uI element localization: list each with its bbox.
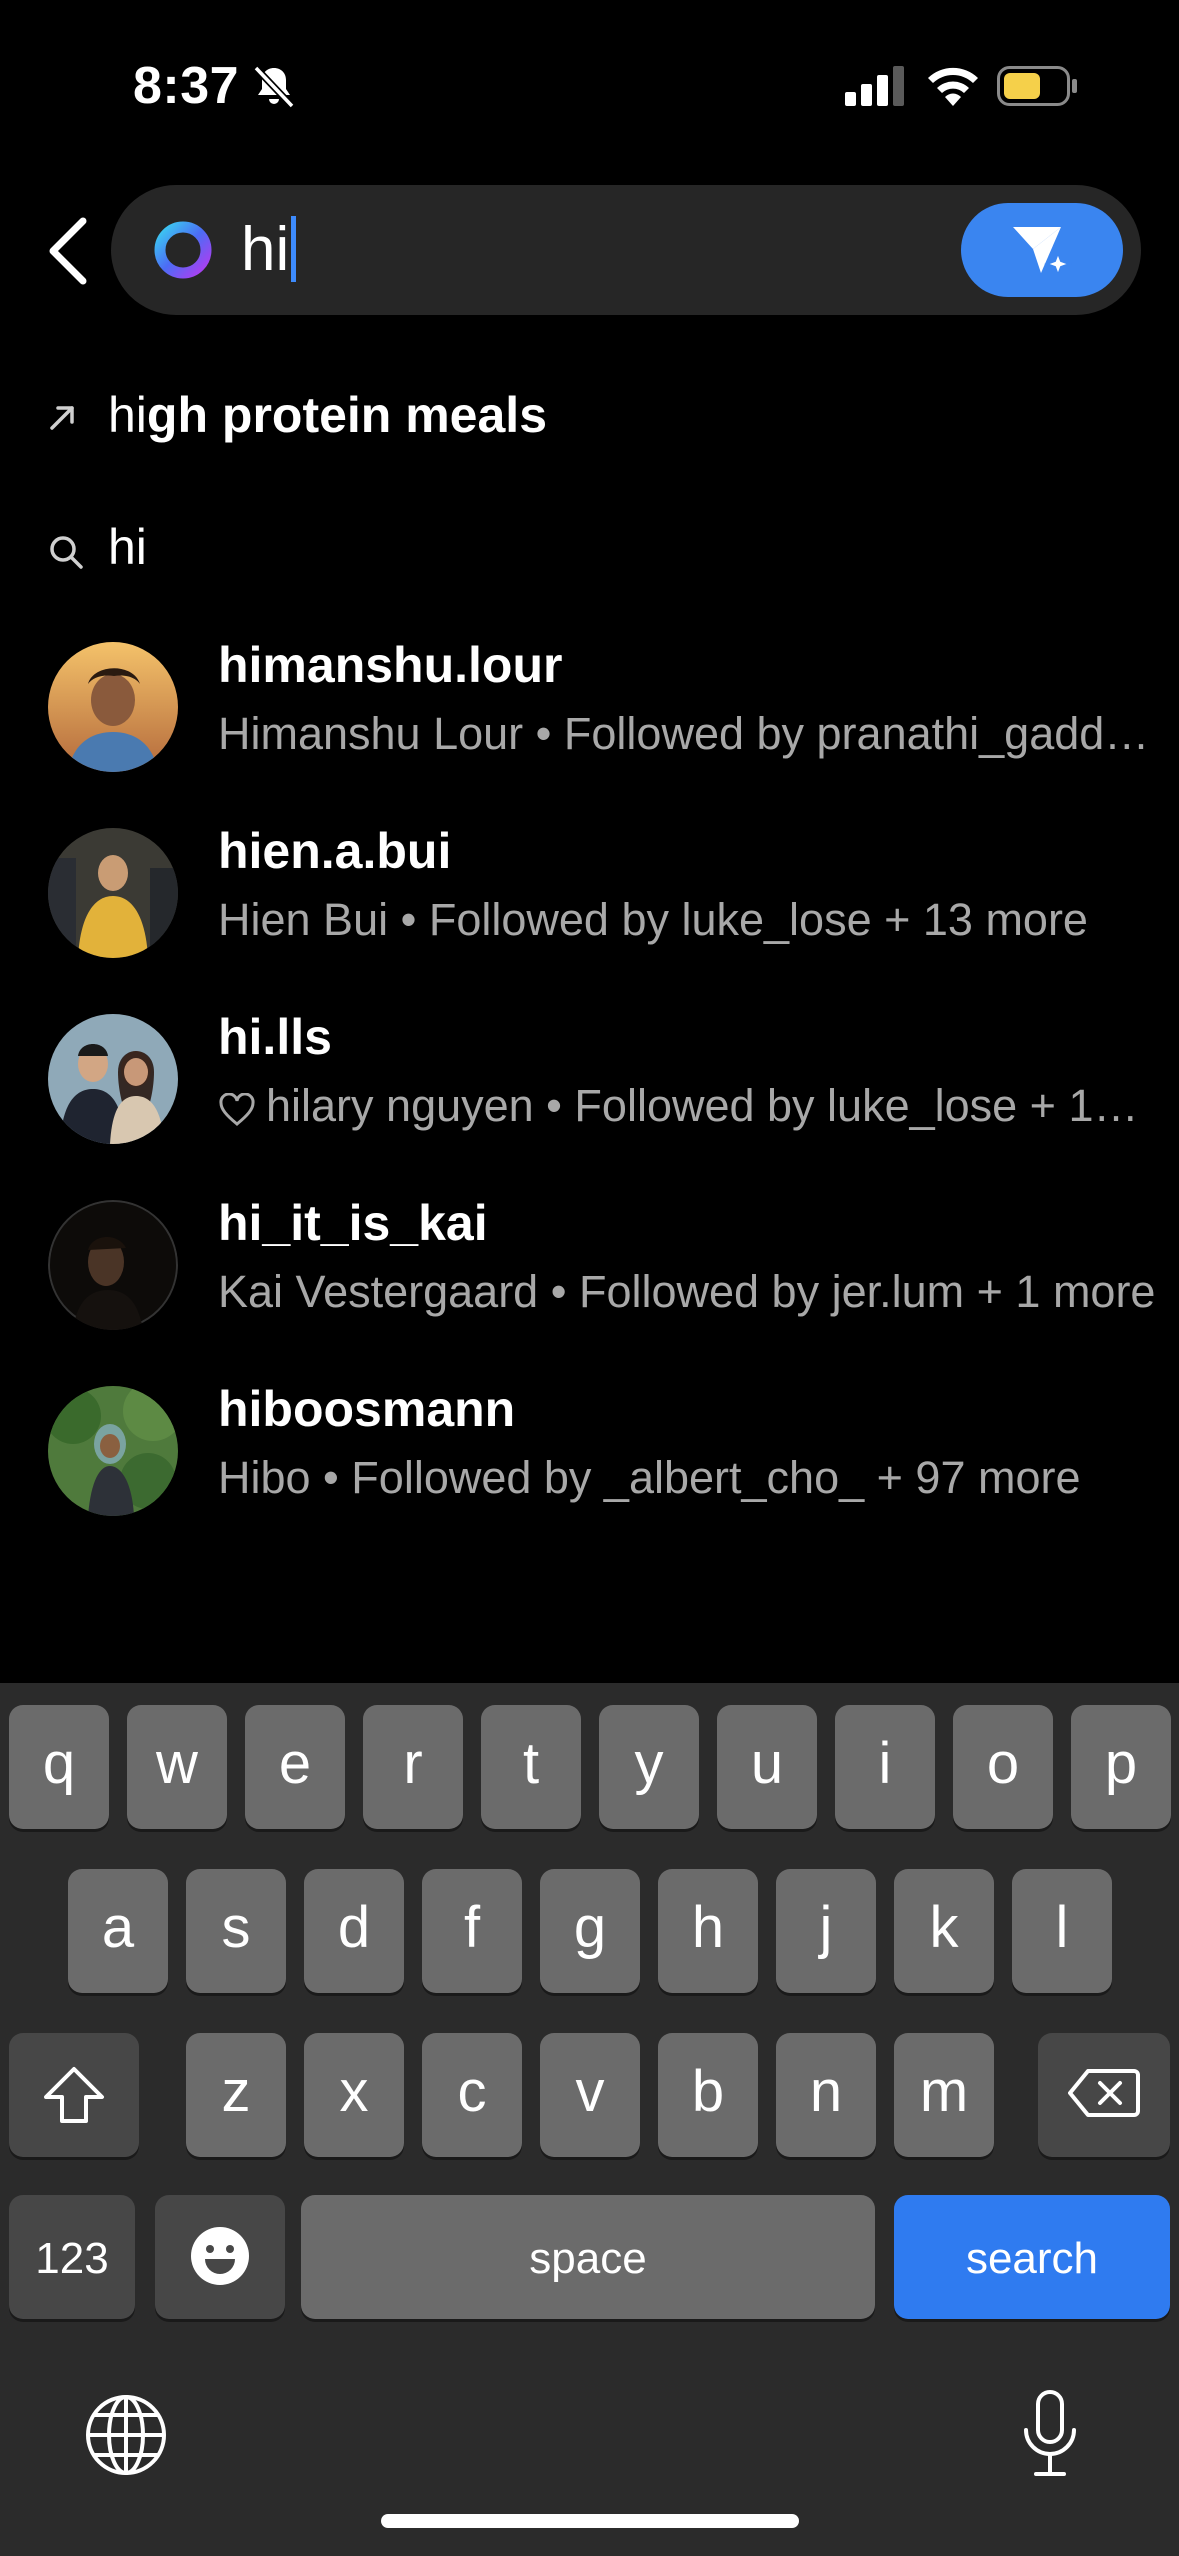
avatar: [48, 1386, 178, 1516]
avatar: [48, 642, 178, 772]
search-bar[interactable]: hi: [111, 185, 1141, 315]
user-subtitle: Himanshu Lour • Followed by pranathi_gad…: [218, 708, 1163, 759]
meta-ai-icon: [154, 221, 212, 279]
key-n[interactable]: n: [776, 2033, 876, 2157]
key-f[interactable]: f: [422, 1869, 522, 1993]
user-result[interactable]: hiboosmann Hibo • Followed by _albert_ch…: [0, 1366, 1179, 1552]
shift-key[interactable]: [9, 2033, 139, 2157]
shift-arrow-icon: [44, 2067, 104, 2123]
cellular-signal-icon: [845, 66, 904, 106]
keyboard: q w e r t y u i o p a s d f g h j k l z …: [0, 1683, 1179, 2556]
backspace-key[interactable]: [1038, 2033, 1170, 2157]
search-icon: [50, 536, 83, 569]
user-result[interactable]: himanshu.lour Himanshu Lour • Followed b…: [0, 622, 1179, 808]
text-cursor: [291, 216, 297, 282]
status-time: 8:37: [133, 57, 240, 115]
key-y[interactable]: y: [599, 1705, 699, 1829]
suggestion-search[interactable]: hi: [0, 494, 1179, 604]
suggestion-trending[interactable]: high protein meals: [0, 362, 1179, 472]
username: hien.a.bui: [218, 823, 452, 879]
suggestion-label: hi: [108, 519, 147, 575]
bell-muted-icon: [253, 65, 295, 109]
key-a[interactable]: a: [68, 1869, 168, 1993]
key-e[interactable]: e: [245, 1705, 345, 1829]
key-z[interactable]: z: [186, 2033, 286, 2157]
key-k[interactable]: k: [894, 1869, 994, 1993]
key-g[interactable]: g: [540, 1869, 640, 1993]
search-key[interactable]: search: [894, 2195, 1170, 2319]
username: hi.lls: [218, 1009, 332, 1065]
microphone-icon[interactable]: [1020, 2388, 1080, 2480]
key-m[interactable]: m: [894, 2033, 994, 2157]
key-s[interactable]: s: [186, 1869, 286, 1993]
key-q[interactable]: q: [9, 1705, 109, 1829]
username: hiboosmann: [218, 1381, 516, 1437]
username: himanshu.lour: [218, 637, 563, 693]
key-u[interactable]: u: [717, 1705, 817, 1829]
key-d[interactable]: d: [304, 1869, 404, 1993]
home-indicator[interactable]: [381, 2514, 799, 2528]
key-t[interactable]: t: [481, 1705, 581, 1829]
key-j[interactable]: j: [776, 1869, 876, 1993]
emoji-icon: [191, 2227, 249, 2285]
key-v[interactable]: v: [540, 2033, 640, 2157]
user-result[interactable]: hi.lls hilary nguyen • Followed by luke_…: [0, 994, 1179, 1180]
key-x[interactable]: x: [304, 2033, 404, 2157]
search-query: hi: [241, 215, 290, 284]
arrow-up-right-icon: [50, 406, 74, 430]
status-bar: 8:37: [0, 0, 1179, 170]
battery-icon: [997, 66, 1077, 106]
user-result[interactable]: hi_it_is_kai Kai Vestergaard • Followed …: [0, 1180, 1179, 1366]
close-friends-heart-icon: [219, 1093, 255, 1126]
paper-plane-sparkle-icon: [1013, 227, 1072, 278]
key-b[interactable]: b: [658, 2033, 758, 2157]
key-p[interactable]: p: [1071, 1705, 1171, 1829]
back-button[interactable]: [45, 215, 95, 287]
suggestion-label: high protein meals: [108, 387, 547, 443]
ai-send-button[interactable]: [961, 203, 1123, 297]
key-o[interactable]: o: [953, 1705, 1053, 1829]
user-result[interactable]: hien.a.bui Hien Bui • Followed by luke_l…: [0, 808, 1179, 994]
username: hi_it_is_kai: [218, 1195, 488, 1251]
wifi-icon: [928, 67, 978, 106]
user-subtitle: Hibo • Followed by _albert_cho_ + 97 mor…: [218, 1452, 1081, 1503]
key-h[interactable]: h: [658, 1869, 758, 1993]
search-input[interactable]: hi: [241, 215, 297, 285]
globe-icon[interactable]: [84, 2393, 168, 2477]
space-key[interactable]: space: [301, 2195, 875, 2319]
key-c[interactable]: c: [422, 2033, 522, 2157]
user-subtitle: Hien Bui • Followed by luke_lose + 13 mo…: [218, 894, 1088, 945]
avatar: [48, 1200, 178, 1330]
numbers-key[interactable]: 123: [9, 2195, 135, 2319]
key-i[interactable]: i: [835, 1705, 935, 1829]
avatar: [48, 828, 178, 958]
key-w[interactable]: w: [127, 1705, 227, 1829]
key-r[interactable]: r: [363, 1705, 463, 1829]
user-subtitle: Kai Vestergaard • Followed by jer.lum + …: [218, 1266, 1156, 1317]
key-l[interactable]: l: [1012, 1869, 1112, 1993]
user-subtitle: hilary nguyen • Followed by luke_lose + …: [218, 1080, 1163, 1132]
avatar: [48, 1014, 178, 1144]
backspace-icon: [1068, 2069, 1140, 2117]
emoji-key[interactable]: [155, 2195, 285, 2319]
